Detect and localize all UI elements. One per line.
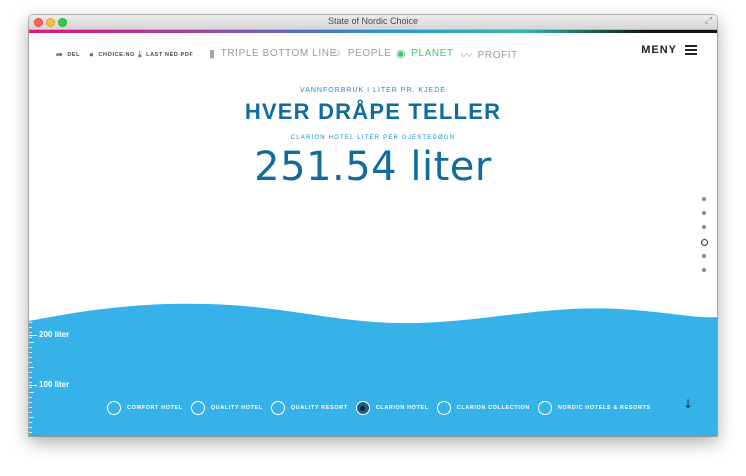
level-label-200: 200 liter: [39, 330, 70, 339]
ruler-tick: [29, 357, 32, 358]
page-dot[interactable]: [702, 197, 706, 201]
ruler-tick: [29, 387, 32, 388]
ruler-tick: [29, 352, 32, 353]
page-dot-active[interactable]: [700, 239, 708, 246]
radio-circle[interactable]: [537, 401, 552, 415]
chain-option-clarion-hotel[interactable]: CLARION HOTEL: [355, 401, 429, 415]
hotel-chain-selector: COMFORT HOTEL QUALITY HOTEL QUALITY RESO…: [107, 401, 659, 415]
water-wave: [29, 303, 717, 436]
download-pdf-label: LAST NED PDF: [146, 52, 194, 58]
headline-block: VANNFORBRUK I LITER PR. KJEDE HVER DRÅPE…: [29, 87, 717, 190]
chain-option-nordic-hotels[interactable]: NORDIC HOTELS & RESORTS: [537, 401, 651, 415]
radio-circle[interactable]: [270, 401, 285, 415]
nav-profit[interactable]: 〰 PROFIT: [461, 47, 518, 63]
page-dots: [700, 197, 708, 282]
share-link[interactable]: ➦ DEL: [56, 50, 80, 59]
ruler-tick: [29, 327, 32, 328]
ruler-tick: [29, 337, 32, 338]
radio-circle[interactable]: [190, 401, 205, 415]
ruler-tick: [29, 372, 32, 373]
ruler-tick: [29, 417, 34, 418]
chain-label: CLARION COLLECTION: [456, 405, 530, 411]
ruler-tick: [29, 317, 34, 318]
level-label-100: 100 liter: [39, 380, 70, 389]
page-title: HVER DRÅPE TELLER: [244, 99, 502, 124]
nav-planet[interactable]: ◉ PLANET: [396, 47, 454, 60]
page-dot[interactable]: [702, 225, 706, 229]
share-icon: ➦: [56, 50, 64, 59]
ruler-tick: [29, 342, 34, 343]
ruler-tick: [29, 367, 34, 368]
ruler-tick: [29, 362, 32, 363]
fullscreen-icon[interactable]: ⤢: [705, 16, 712, 26]
nav-label: TRIPLE BOTTOM LINE: [220, 48, 337, 59]
metric-label: CLARION HOTEL LITER PER GJESTEDØGN: [290, 135, 456, 141]
radio-circle[interactable]: [107, 401, 121, 415]
site-link[interactable]: ● CHOICE.NO: [89, 50, 135, 59]
chain-option-quality-hotel[interactable]: QUALITY HOTEL: [190, 401, 263, 415]
ruler-tick: [29, 377, 32, 378]
menu-button[interactable]: MENY: [641, 44, 697, 56]
ruler-tick: [29, 412, 32, 413]
chain-label: QUALITY HOTEL: [210, 405, 263, 411]
window-title: State of Nordic Choice: [327, 16, 419, 26]
page-dot[interactable]: [702, 254, 706, 258]
top-nav: ➦ DEL ● CHOICE.NO ⤓ LAST NED PDF ▮ TRIPL…: [29, 33, 717, 75]
site-label: CHOICE.NO: [98, 51, 136, 58]
browser-window: State of Nordic Choice ⤢ ➦ DEL ● CHOICE.…: [29, 15, 717, 436]
ruler-tick: [29, 397, 32, 398]
chain-label: CLARION HOTEL: [375, 405, 429, 411]
page-dot[interactable]: [702, 268, 706, 272]
ruler-tick: [29, 347, 32, 348]
chain-label: COMFORT HOTEL: [127, 405, 183, 411]
chain-option-quality-resort[interactable]: QUALITY RESORT: [270, 401, 348, 415]
nav-people[interactable]: ☺ PEOPLE: [331, 47, 391, 59]
ruler-tick: [29, 427, 32, 428]
ruler-tick: [29, 332, 32, 333]
nav-label: PLANET: [411, 48, 454, 59]
ruler-tick: [29, 402, 32, 403]
title-bar: State of Nordic Choice ⤢: [29, 15, 717, 30]
hamburger-icon: [685, 45, 697, 55]
ruler-tick: [29, 422, 32, 423]
level-mark-200: [29, 335, 37, 336]
chain-label: NORDIC HOTELS & RESORTS: [557, 405, 651, 411]
ruler-tick: [29, 392, 34, 393]
chain-option-clarion-collection[interactable]: CLARION COLLECTION: [436, 401, 530, 415]
page-dot[interactable]: [702, 211, 706, 215]
people-icon: ☺: [331, 47, 343, 59]
download-pdf-link[interactable]: ⤓ LAST NED PDF: [138, 50, 193, 60]
section-subtitle: VANNFORBRUK I LITER PR. KJEDE: [300, 87, 446, 94]
chain-option-comfort-hotel[interactable]: COMFORT HOTEL: [107, 401, 183, 415]
nav-label: PEOPLE: [347, 47, 392, 59]
ruler-tick: [29, 322, 32, 323]
radio-circle[interactable]: [436, 401, 451, 415]
ruler-tick: [29, 432, 32, 433]
metric-value: 251.54 liter: [254, 144, 492, 190]
trend-icon: 〰: [461, 50, 473, 62]
nav-label: PROFIT: [477, 49, 518, 61]
globe-icon: ●: [89, 50, 95, 59]
ruler-tick: [29, 382, 32, 383]
level-mark-100: [29, 385, 37, 386]
chain-label: QUALITY RESORT: [290, 405, 348, 411]
nav-triple-bottom-line[interactable]: ▮ TRIPLE BOTTOM LINE: [209, 47, 337, 60]
menu-label: MENY: [641, 44, 677, 56]
bar-chart-icon: ▮: [209, 48, 216, 60]
download-icon: ⤓: [138, 50, 143, 59]
arrow-down-icon[interactable]: ↓: [683, 397, 693, 411]
ruler-tick: [29, 407, 32, 408]
radio-circle-selected[interactable]: [355, 401, 370, 415]
globe-icon: ◉: [396, 48, 407, 60]
share-label: DEL: [67, 51, 81, 58]
